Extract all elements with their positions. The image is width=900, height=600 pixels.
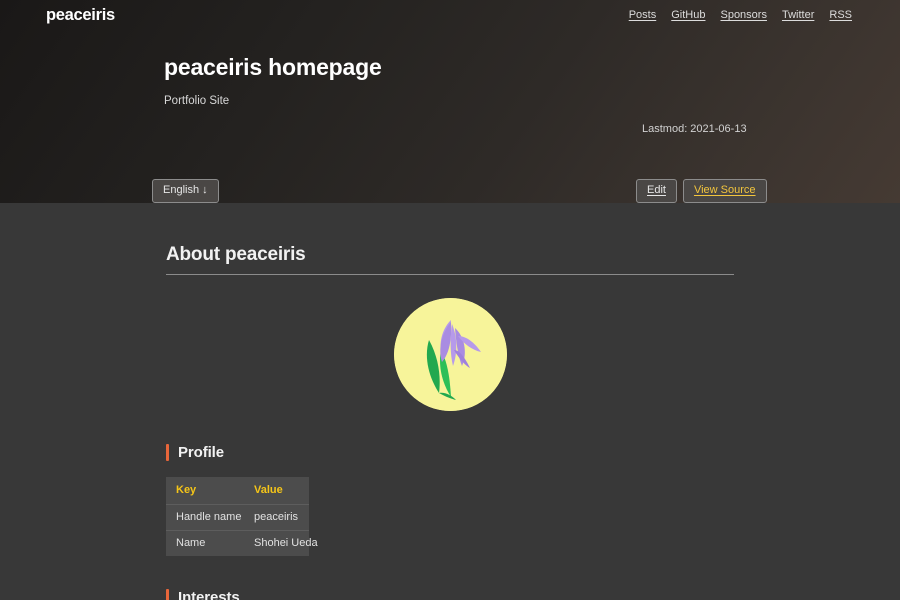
accent-bar-icon [166,589,169,600]
lastmod-text: Lastmod: 2021-06-13 [642,123,747,135]
table-header-value: Value [254,484,283,496]
profile-heading: Profile [166,444,734,461]
accent-bar-icon [166,444,169,461]
language-switch-button[interactable]: English ↓ [152,179,219,203]
site-header: peaceiris Posts GitHub Sponsors Twitter … [0,0,900,203]
header-actions-left: English ↓ [152,179,219,203]
interests-heading-label: Interests [178,589,240,600]
table-header-row: Key Value [166,477,309,505]
nav-link-rss[interactable]: RSS [829,9,852,21]
table-row: Name Shohei Ueda [166,530,318,557]
site-brand-logo[interactable]: peaceiris [46,6,115,25]
table-row: Handle name peaceiris [166,504,309,531]
brand-row: peaceiris Posts GitHub Sponsors Twitter … [0,0,900,32]
edit-button[interactable]: Edit [636,179,677,203]
header-actions-right: Edit View Source [636,179,767,203]
top-navigation: Posts GitHub Sponsors Twitter RSS [629,9,852,21]
nav-link-github[interactable]: GitHub [671,9,705,21]
page-title: peaceiris homepage [164,54,382,80]
page-subtitle: Portfolio Site [164,94,230,107]
table-header-key: Key [176,484,197,496]
table-cell-key: Handle name [176,511,242,523]
table-cell-value: Shohei Ueda [254,537,318,549]
view-source-button[interactable]: View Source [682,179,767,203]
avatar-container [166,298,734,411]
nav-link-twitter[interactable]: Twitter [782,9,814,21]
nav-link-posts[interactable]: Posts [629,9,657,21]
content-column: About peaceiris Profile Key Value Handle… [166,244,734,600]
nav-link-sponsors[interactable]: Sponsors [720,9,766,21]
header-body: peaceiris homepage Portfolio Site [164,54,864,107]
profile-table: Key Value Handle name peaceiris Name Sho… [166,477,318,557]
table-cell-key: Name [176,537,206,549]
iris-flower-avatar-icon [393,298,507,411]
interests-heading: Interests [166,589,734,600]
table-cell-value: peaceiris [254,511,299,523]
main-content: About peaceiris Profile Key Value Handle… [0,203,900,600]
profile-heading-label: Profile [178,444,224,461]
page-section-title: About peaceiris [166,244,734,275]
